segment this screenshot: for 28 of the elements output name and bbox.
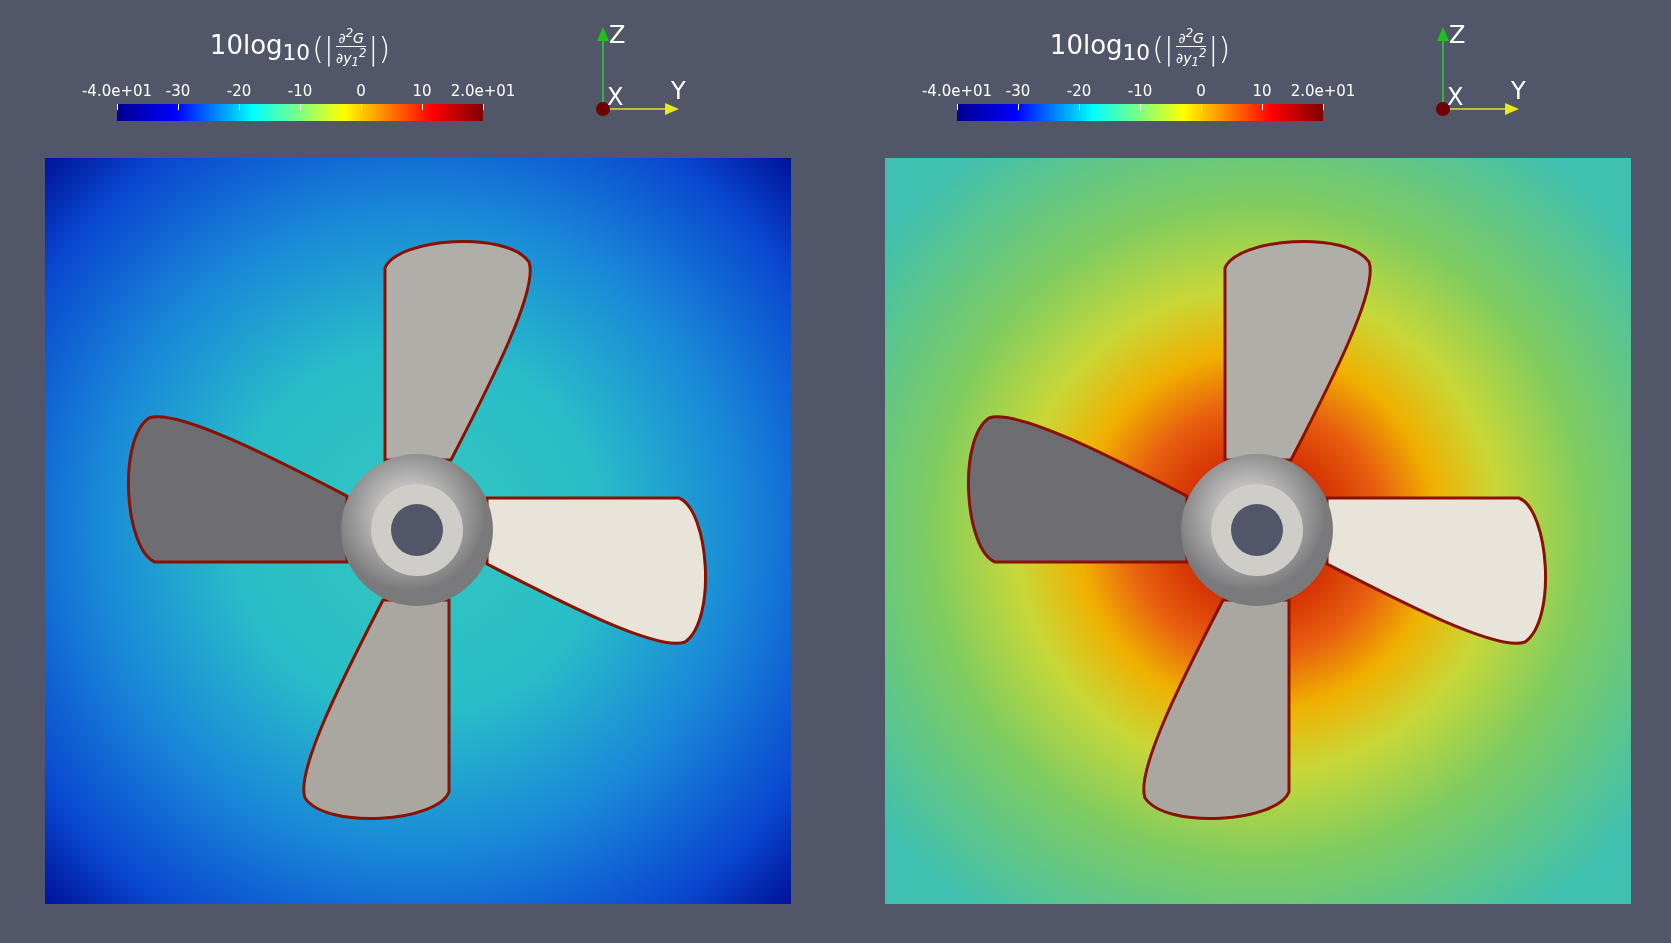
tick-label: -10	[1127, 82, 1153, 100]
bracket: (|	[1152, 30, 1174, 66]
tick-label: -4.0e+01	[81, 82, 153, 100]
tick-label: -20	[226, 82, 252, 100]
axis-label: Y	[1511, 77, 1526, 105]
tick-label: 0	[356, 82, 366, 100]
tick-label: 10	[412, 82, 432, 100]
bracket: |)	[368, 30, 391, 66]
tick-label: -30	[1005, 82, 1031, 100]
legend-title: 10log$_{10}$	[1049, 30, 1151, 66]
axis-label: X	[607, 83, 624, 111]
tick-label: 2.0e+01	[1290, 82, 1356, 100]
tick-label: -4.0e+01	[921, 82, 993, 100]
tick-label: 10	[1252, 82, 1272, 100]
bracket: (|	[312, 30, 334, 66]
axis-label: Z	[1449, 21, 1466, 49]
tick-label: -20	[1066, 82, 1092, 100]
axis-label: Y	[671, 77, 686, 105]
fraction-numerator: ∂$^{2}$G	[1178, 26, 1204, 46]
axis-label: X	[1447, 83, 1464, 111]
tick-label: -30	[165, 82, 191, 100]
legend-title: 10log$_{10}$	[209, 30, 311, 66]
axis-label: Z	[609, 21, 626, 49]
tick-label: 2.0e+01	[450, 82, 516, 100]
tick-label: 0	[1196, 82, 1206, 100]
tick-label: -10	[287, 82, 313, 100]
fraction-numerator: ∂$^{2}$G	[338, 26, 364, 46]
bracket: |)	[1208, 30, 1231, 66]
